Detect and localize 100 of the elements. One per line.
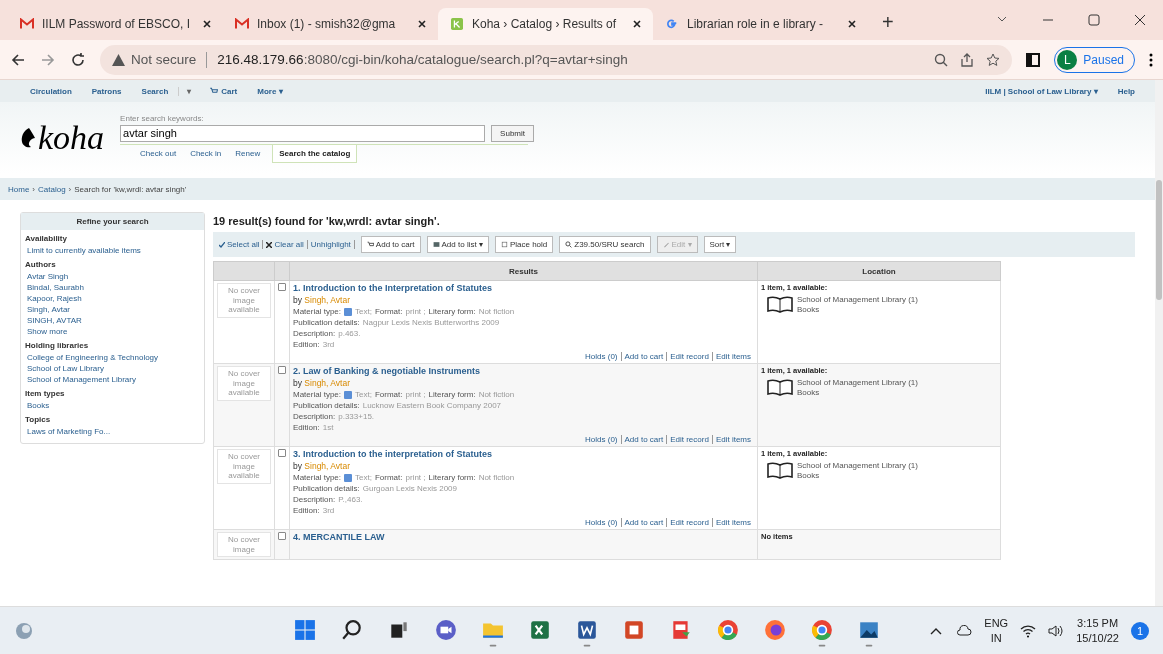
language-indicator[interactable]: ENG IN — [984, 616, 1009, 645]
record-action-link[interactable]: Holds (0) — [582, 352, 621, 361]
toolbar-button[interactable]: Add to list ▾ — [426, 236, 489, 253]
record-action-link[interactable]: Holds (0) — [582, 435, 621, 444]
search-tab[interactable]: Search the catalog — [272, 144, 358, 163]
record-action-link[interactable]: Add to cart — [620, 518, 667, 527]
record-title-link[interactable]: 1. Introduction to the Interpretation of Statutes — [293, 283, 754, 295]
facet-link[interactable]: Kapoor, Rajesh — [21, 293, 204, 304]
nav-link[interactable]: Patrons — [81, 86, 132, 96]
record-checkbox[interactable] — [278, 283, 286, 291]
browser-icon[interactable] — [811, 619, 833, 647]
document-icon[interactable] — [576, 619, 598, 647]
address-bar[interactable]: Not secure 216.48.179.66:8080/cgi-bin/koha/catalogue/search.pl?q=avtar+singh — [100, 44, 1013, 75]
nav-link[interactable]: More ▾ — [247, 86, 293, 96]
side-panel-icon[interactable] — [1026, 52, 1041, 67]
item-type: Books — [797, 470, 821, 481]
close-icon[interactable] — [633, 20, 641, 28]
share-icon[interactable] — [960, 52, 975, 67]
close-icon[interactable] — [848, 20, 856, 28]
selection-link[interactable]: Select all — [219, 240, 264, 249]
record-action-link[interactable]: Edit record — [666, 518, 712, 527]
reload-icon[interactable] — [70, 51, 86, 68]
dropdown-toggle[interactable]: ▾ — [178, 86, 200, 96]
author-line: by Singh, Avtar — [293, 461, 352, 472]
field-label: Material type: — [293, 390, 342, 399]
field-label: Edition: — [293, 340, 320, 349]
facet-link[interactable]: Books — [21, 400, 204, 411]
close-icon[interactable] — [203, 20, 211, 28]
cart-link[interactable]: Cart — [199, 86, 248, 96]
submit-button[interactable]: Submit — [491, 124, 534, 142]
breadcrumb-link[interactable]: Home — [8, 184, 30, 194]
field-value: Text; — [355, 473, 372, 482]
record-action-link[interactable]: Add to cart — [620, 435, 667, 444]
toolbar-button[interactable]: Sort ▾ — [703, 236, 737, 253]
browser-tab[interactable]: IILM Password of EBSCO, I — [8, 8, 223, 40]
star-icon[interactable] — [986, 52, 1001, 67]
search-field[interactable]: avtar singh — [120, 124, 486, 142]
record-action-link[interactable]: Edit record — [666, 435, 712, 444]
search-tab[interactable]: Renew — [233, 144, 263, 162]
field-value: Not fiction — [478, 473, 515, 482]
facet-link[interactable]: School of Law Library — [21, 363, 204, 374]
breadcrumb-link[interactable]: Catalog — [38, 184, 66, 194]
scrollbar[interactable] — [1155, 80, 1163, 606]
selection-link[interactable]: Unhighlight — [310, 240, 355, 249]
toolbar-button[interactable]: Place hold — [494, 236, 554, 253]
record-action-link[interactable]: Edit items — [711, 352, 754, 361]
nav-link[interactable]: IILM | School of Law Library ▾ — [985, 86, 1098, 96]
toolbar-button[interactable]: Add to cart — [360, 236, 421, 253]
forward-arrow-icon[interactable] — [40, 51, 56, 68]
record-action-link[interactable]: Edit record — [666, 352, 712, 361]
record-action-link[interactable]: Edit items — [711, 518, 754, 527]
search-tab[interactable]: Check in — [188, 144, 224, 162]
record-checkbox[interactable] — [278, 366, 286, 374]
field-label: Edition: — [293, 506, 320, 515]
breadcrumb-link[interactable]: Search for 'kw,wrdl: avtar singh' — [74, 184, 187, 194]
facet-link[interactable]: Laws of Marketing Fo... — [21, 426, 204, 437]
record-action-link[interactable]: Add to cart — [620, 352, 667, 361]
toolbar-button[interactable]: Z39.50/SRU search — [559, 236, 651, 253]
cloud-sync-icon[interactable] — [956, 623, 973, 638]
record-checkbox[interactable] — [278, 532, 286, 540]
speaker-icon[interactable] — [1048, 623, 1065, 638]
notification-badge[interactable]: 1 — [1131, 621, 1149, 640]
record-checkbox[interactable] — [278, 449, 286, 457]
nav-link[interactable]: Circulation — [20, 86, 82, 96]
landscape-icon[interactable] — [858, 619, 880, 647]
zoom-icon[interactable] — [934, 52, 949, 67]
record-action-link[interactable]: Holds (0) — [582, 518, 621, 527]
facet-link[interactable]: College of Engineering & Technology — [21, 352, 204, 363]
scrollbar-thumb[interactable] — [1156, 180, 1162, 300]
browser-tab[interactable]: Inbox (1) - smish32@gma — [223, 8, 438, 40]
back-arrow-icon[interactable] — [10, 51, 26, 68]
list-icon — [432, 241, 440, 248]
facet-link[interactable]: School of Management Library — [21, 374, 204, 385]
record-action-link[interactable]: Edit items — [711, 435, 754, 444]
browser-tab[interactable]: Koha › Catalog › Results of — [438, 8, 653, 40]
facet-link[interactable]: Limit to currently available items — [21, 245, 204, 256]
wifi-icon[interactable] — [1020, 623, 1037, 638]
nav-link[interactable]: Search — [131, 86, 179, 96]
url-text: 216.48.179.66:8080/cgi-bin/koha/catalogue/search.pl?q=avtar+singh — [217, 52, 628, 67]
close-icon[interactable] — [418, 20, 426, 28]
field-label: Edition: — [293, 423, 320, 432]
selection-link[interactable]: Clear all — [266, 240, 308, 249]
facet-link[interactable]: SINGH, AVTAR — [21, 315, 204, 326]
facet-link[interactable]: Avtar Singh — [21, 271, 204, 282]
field-value: Not fiction — [478, 307, 515, 316]
record-title-link[interactable]: 2. Law of Banking & negotiable Instruments — [293, 366, 754, 378]
facet-link[interactable]: Singh, Avtar — [21, 304, 204, 315]
menu-icon[interactable] — [1149, 52, 1153, 67]
browser-tab[interactable]: Librarian role in e library - — [653, 8, 868, 40]
record-title-link[interactable]: 3. Introduction to the interpretation of Statutes — [293, 449, 754, 461]
field-value: p.333+15. — [338, 412, 375, 421]
search-tab[interactable]: Check out — [138, 144, 179, 162]
facet-link[interactable]: Show more — [21, 326, 204, 337]
clock[interactable]: 3:15 PM 15/10/22 — [1076, 616, 1119, 645]
security-label: Not secure — [131, 52, 197, 67]
facet-link[interactable]: Bindal, Saurabh — [21, 282, 204, 293]
nav-link[interactable]: Help — [1117, 86, 1135, 96]
results-heading: 19 result(s) found for 'kw,wrdl: avtar singh'. — [213, 214, 441, 229]
koha-logo[interactable]: koha — [20, 119, 105, 157]
new-tab-button[interactable]: + — [868, 11, 908, 40]
